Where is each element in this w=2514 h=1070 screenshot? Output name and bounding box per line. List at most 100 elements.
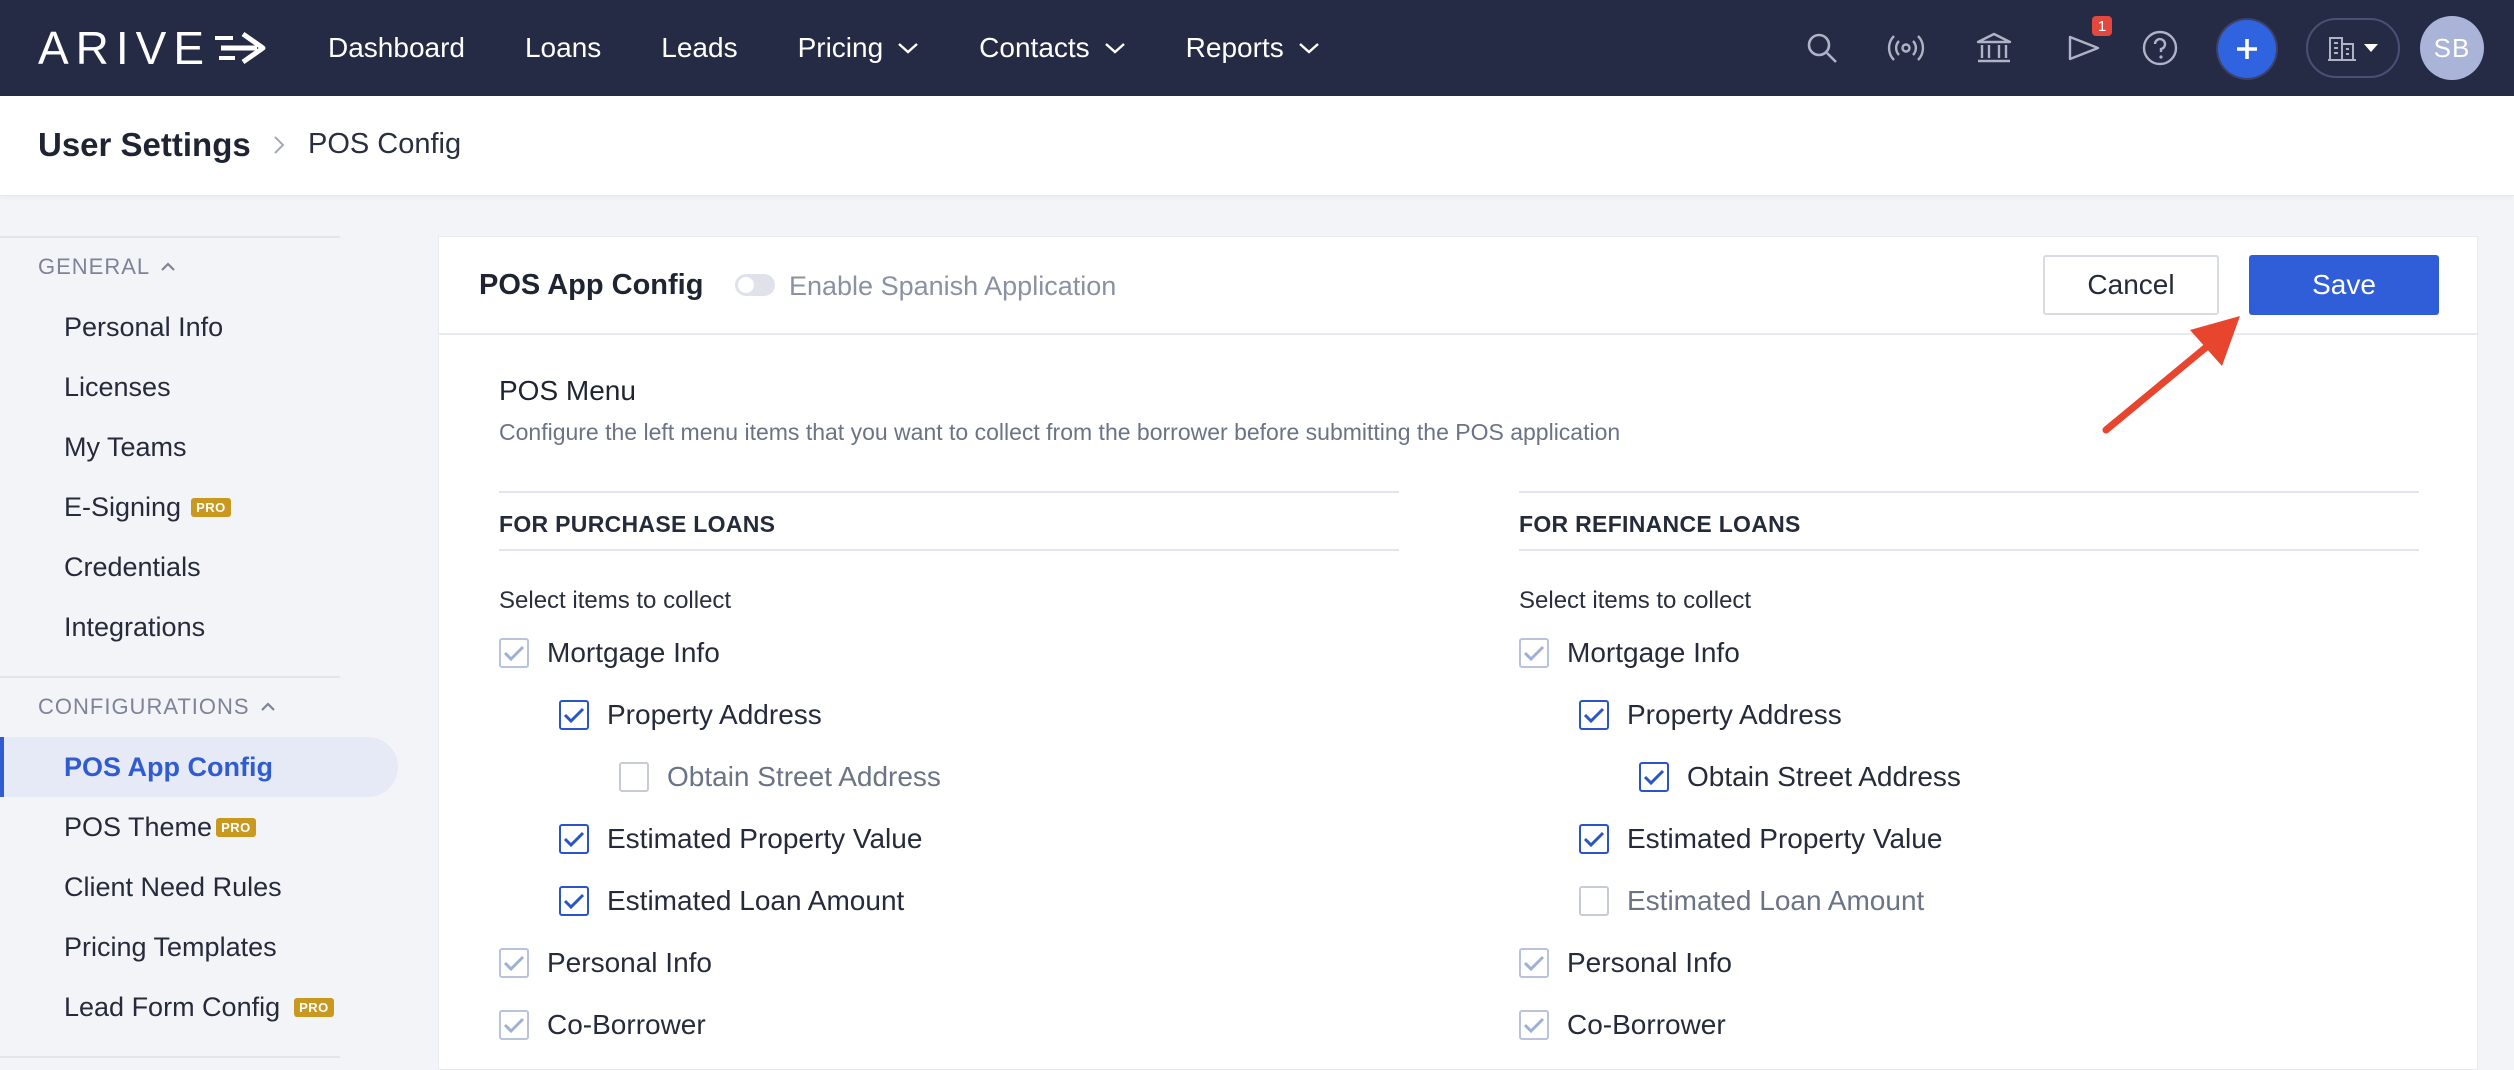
pos-menu-description: Configure the left menu items that you w… (499, 419, 1621, 445)
sidebar-item-label: Lead Form Config (64, 992, 281, 1022)
purchase-checkbox-mortgage-info[interactable]: Mortgage Info (499, 637, 720, 669)
refinance-checkbox-personal-info[interactable]: Personal Info (1519, 947, 1732, 979)
sidebar-item-label: Personal Info (64, 312, 224, 342)
card-title: POS App Config (479, 269, 704, 301)
refinance-checkbox-co-borrower[interactable]: Co-Borrower (1519, 1009, 1726, 1041)
checkbox-label: Personal Info (1567, 947, 1732, 978)
breadcrumb-user-settings[interactable]: User Settings (38, 126, 251, 164)
notification-badge: 1 (2092, 16, 2112, 36)
refinance-checkbox-estimated-property-value[interactable]: Estimated Property Value (1579, 823, 1942, 855)
sidebar-item-label: Pricing Templates (64, 932, 277, 962)
refinance-select-label: Select items to collect (1519, 587, 1752, 614)
nav-contacts[interactable]: Contacts (979, 32, 1126, 64)
sidebar-item-label: My Teams (64, 432, 187, 462)
sidebar-section-configurations[interactable]: CONFIGURATIONS (38, 694, 276, 720)
section-general-label: GENERAL (38, 254, 151, 279)
cancel-button[interactable]: Cancel (2043, 255, 2219, 315)
announcement-icon[interactable]: 1 (2062, 16, 2112, 70)
nav-loans-label: Loans (524, 32, 602, 63)
sidebar-item-label: Integrations (64, 612, 206, 642)
checkbox-box[interactable] (1519, 948, 1549, 978)
nav-leads-label: Leads (661, 32, 738, 63)
create-new-button[interactable] (2218, 20, 2276, 78)
checkbox-box[interactable] (499, 1010, 529, 1040)
section-configurations-label: CONFIGURATIONS (38, 694, 250, 719)
checkbox-box[interactable] (1579, 886, 1609, 916)
sidebar-item-integrations[interactable]: Integrations (64, 612, 205, 643)
user-avatar[interactable]: SB (2420, 16, 2484, 80)
checkbox-box[interactable] (1519, 1010, 1549, 1040)
purchase-checkbox-property-address[interactable]: Property Address (559, 699, 822, 731)
sidebar-item-licenses[interactable]: Licenses (64, 372, 171, 403)
checkmark-icon (1523, 645, 1545, 662)
checkbox-box[interactable] (499, 638, 529, 668)
nav-loans[interactable]: Loans (525, 32, 601, 64)
refinance-checkbox-obtain-street-address[interactable]: Obtain Street Address (1639, 761, 1961, 793)
arive-logo[interactable]: ARIVE (38, 22, 273, 74)
sidebar-item-lead-form-config[interactable]: Lead Form Config PRO (64, 992, 334, 1023)
search-icon[interactable] (1800, 26, 1844, 70)
purchase-loans-heading: FOR PURCHASE LOANS (499, 511, 776, 537)
nav-reports[interactable]: Reports (1186, 32, 1320, 64)
sidebar-item-my-teams[interactable]: My Teams (64, 432, 187, 463)
sidebar-item-pos-app-config[interactable]: POS App Config (0, 737, 398, 797)
checkbox-label: Personal Info (547, 947, 712, 978)
purchase-checkbox-co-borrower[interactable]: Co-Borrower (499, 1009, 706, 1041)
nav-leads[interactable]: Leads (661, 32, 737, 64)
sidebar-item-pricing-templates[interactable]: Pricing Templates (64, 932, 277, 963)
checkbox-box[interactable] (499, 948, 529, 978)
checkmark-icon (1643, 769, 1665, 786)
sidebar-divider (0, 676, 340, 678)
pos-config-card: POS App Config Enable Spanish Applicatio… (438, 236, 2479, 1070)
sidebar-divider (0, 1056, 340, 1058)
sidebar-item-credentials[interactable]: Credentials (64, 552, 201, 583)
checkbox-box[interactable] (1639, 762, 1669, 792)
nav-dashboard[interactable]: Dashboard (328, 32, 465, 64)
chevron-down-icon (1104, 43, 1125, 54)
refinance-checkbox-mortgage-info[interactable]: Mortgage Info (1519, 637, 1740, 669)
nav-pricing[interactable]: Pricing (798, 32, 920, 64)
checkbox-label: Estimated Property Value (1627, 823, 1943, 854)
purchase-checkbox-obtain-street-address[interactable]: Obtain Street Address (619, 761, 941, 793)
refinance-checkbox-estimated-loan-amount[interactable]: Estimated Loan Amount (1579, 885, 1924, 917)
checkbox-box[interactable] (619, 762, 649, 792)
sidebar-item-e-signing[interactable]: E-Signing PRO (64, 492, 231, 523)
checkbox-box[interactable] (559, 886, 589, 916)
sidebar-item-label: POS Theme (64, 812, 213, 842)
main-nav: Dashboard Loans Leads Pricing Contacts R… (328, 0, 1380, 96)
checkbox-box[interactable] (559, 700, 589, 730)
sidebar-item-personal-info[interactable]: Personal Info (64, 312, 223, 343)
checkmark-icon (563, 707, 585, 724)
bank-icon[interactable] (1972, 26, 2016, 70)
sidebar-section-general[interactable]: GENERAL (38, 254, 176, 280)
checkmark-icon (1583, 707, 1605, 724)
help-icon[interactable] (2138, 26, 2182, 70)
organization-switcher[interactable] (2306, 18, 2400, 78)
checkbox-label: Estimated Loan Amount (1627, 885, 1925, 916)
pro-badge: PRO (294, 998, 334, 1017)
checkbox-box[interactable] (1519, 638, 1549, 668)
sidebar-divider (0, 236, 340, 238)
save-button[interactable]: Save (2249, 255, 2439, 315)
card-header: POS App Config Enable Spanish Applicatio… (439, 237, 2479, 335)
sidebar-item-client-need-rules[interactable]: Client Need Rules (64, 872, 282, 903)
spanish-application-toggle[interactable] (735, 274, 775, 296)
sidebar-item-pos-theme[interactable]: POS Theme PRO (64, 812, 256, 843)
checkmark-icon (1523, 955, 1545, 972)
checkbox-box[interactable] (559, 824, 589, 854)
purchase-checkbox-personal-info[interactable]: Personal Info (499, 947, 712, 979)
checkbox-label: Estimated Loan Amount (607, 885, 905, 916)
chevron-right-icon (274, 136, 285, 154)
chevron-up-icon (161, 262, 175, 271)
pro-badge: PRO (191, 498, 231, 517)
broadcast-icon[interactable] (1884, 26, 1928, 70)
purchase-checkbox-estimated-property-value[interactable]: Estimated Property Value (559, 823, 922, 855)
sidebar-item-label: Licenses (64, 372, 171, 402)
purchase-checkbox-estimated-loan-amount[interactable]: Estimated Loan Amount (559, 885, 904, 917)
checkmark-icon (1523, 1017, 1545, 1034)
refinance-checkbox-property-address[interactable]: Property Address (1579, 699, 1842, 731)
checkmark-icon (503, 1017, 525, 1034)
sidebar-item-label: Credentials (64, 552, 201, 582)
checkbox-box[interactable] (1579, 824, 1609, 854)
checkbox-box[interactable] (1579, 700, 1609, 730)
